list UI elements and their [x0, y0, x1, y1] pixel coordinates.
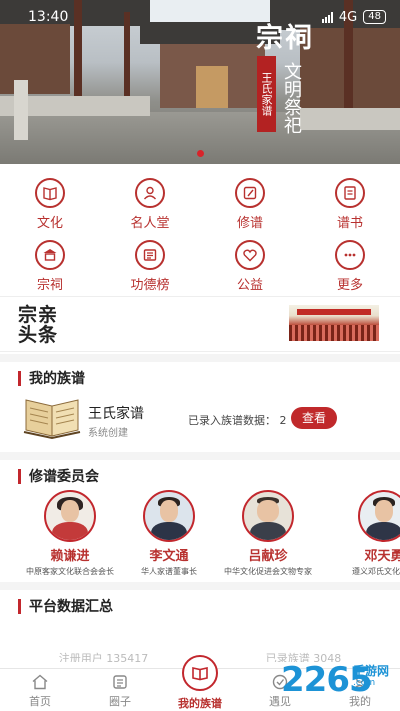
tab-label: 我的族谱	[178, 697, 222, 710]
committee-member[interactable]: 赖谦进 中原客家文化联合会会长	[20, 490, 120, 577]
banner-post	[14, 80, 28, 140]
feature-ancestral-hall[interactable]: 宗祠	[0, 234, 100, 296]
stat-registered-users: 注册用户 135417	[58, 652, 149, 662]
avatar	[44, 490, 96, 542]
status-bar: 13:40 4G 48	[0, 0, 400, 34]
avatar	[242, 490, 294, 542]
genealogy-book-icon	[23, 399, 81, 440]
feature-label: 谱书	[336, 216, 363, 231]
genealogy-subtitle: 系统创建	[88, 428, 128, 439]
feature-hall-of-fame[interactable]: 名人堂	[100, 172, 200, 234]
member-title: 遵义邓氏文化研究	[352, 567, 400, 576]
section-marker	[18, 370, 21, 386]
carousel-dots	[0, 150, 400, 157]
feature-label: 宗祠	[36, 278, 63, 293]
section-title-text: 平台数据汇总	[29, 599, 113, 615]
genealogy-count-value: 2	[279, 414, 287, 427]
signal-icon	[321, 11, 333, 23]
view-genealogy-button[interactable]: 查看	[291, 407, 337, 429]
watermark-domain: .com	[353, 678, 376, 688]
watermark-site-name: 手游网	[353, 664, 390, 678]
more-icon	[335, 240, 365, 270]
photo-banner	[297, 309, 371, 315]
feature-row: 宗祠 功德榜 公益 更多	[0, 234, 400, 296]
photo-crowd	[289, 325, 379, 341]
banner-wall-left	[0, 24, 70, 94]
book-icon	[35, 178, 65, 208]
member-title: 中华文化促进会文物专家	[224, 567, 312, 576]
committee-member[interactable]: 吕献珍 中华文化促进会文物专家	[218, 490, 318, 577]
hero-banner[interactable]: 13:40 4G 48 宗祠 王氏家谱 文明祭祀	[0, 0, 400, 164]
status-indicators: 4G 48	[321, 9, 386, 25]
network-type: 4G	[338, 9, 358, 25]
member-name: 李文通	[149, 549, 189, 564]
feature-more[interactable]: 更多	[300, 234, 400, 296]
battery-icon: 48	[363, 10, 386, 24]
circle-icon	[113, 675, 127, 689]
section-marker	[18, 468, 21, 484]
genealogy-name[interactable]: 王氏家谱	[88, 403, 144, 423]
headlines-logo-line2: 头条	[18, 324, 59, 346]
banner-door	[196, 66, 228, 108]
tab-label: 首页	[29, 695, 51, 708]
committee-member[interactable]: 邓天勇 遵义邓氏文化研究	[334, 490, 400, 577]
feature-grid: 文化 名人堂 修谱 谱书 宗祠 功德榜 公益 更多	[0, 172, 400, 296]
section-title-text: 我的族谱	[29, 371, 85, 387]
section-committee-title: 修谱委员会	[18, 466, 99, 486]
list-icon	[135, 240, 165, 270]
status-time: 13:40	[28, 9, 69, 25]
member-name: 赖谦进	[50, 549, 90, 564]
genealogy-count-label: 已录入族谱数据：	[188, 414, 276, 427]
avatar	[143, 490, 195, 542]
section-divider	[0, 452, 400, 460]
feature-label: 更多	[336, 278, 363, 293]
member-title: 华人家谱董事长	[141, 567, 197, 576]
tab-home[interactable]: 首页	[0, 669, 80, 711]
feature-charity[interactable]: 公益	[200, 234, 300, 296]
member-title: 中原客家文化联合会会长	[26, 567, 114, 576]
avatar	[358, 490, 400, 542]
tab-my-genealogy[interactable]: 我的族谱	[160, 655, 240, 711]
headlines-logo-line1: 宗亲	[18, 304, 59, 326]
document-icon	[335, 178, 365, 208]
feature-label: 功德榜	[130, 278, 170, 293]
feature-label: 公益	[236, 278, 263, 293]
clan-headlines[interactable]: 宗亲 头条	[0, 296, 400, 352]
member-name: 吕献珍	[248, 549, 288, 564]
heart-icon	[235, 240, 265, 270]
section-my-genealogy-title: 我的族谱	[18, 368, 85, 388]
tab-label: 圈子	[109, 695, 131, 708]
headlines-logo: 宗亲 头条	[18, 305, 58, 345]
section-divider	[0, 582, 400, 590]
committee-member[interactable]: 李文通 华人家谱董事长	[119, 490, 219, 577]
feature-compile-genealogy[interactable]: 修谱	[200, 172, 300, 234]
feature-genealogy-books[interactable]: 谱书	[300, 172, 400, 234]
member-name: 邓天勇	[364, 549, 400, 564]
carousel-dot-active[interactable]	[196, 150, 204, 157]
banner-vertical-tag: 王氏家谱	[257, 56, 276, 132]
feature-row: 文化 名人堂 修谱 谱书	[0, 172, 400, 234]
section-platform-stats-title: 平台数据汇总	[18, 596, 113, 616]
section-marker	[18, 598, 21, 614]
home-icon	[32, 674, 48, 690]
site-watermark: 2265 手游网 .com	[281, 660, 397, 708]
edit-icon	[235, 178, 265, 208]
genealogy-icon	[182, 655, 218, 691]
person-icon	[135, 178, 165, 208]
feature-culture[interactable]: 文化	[0, 172, 100, 234]
banner-vertical-text: 文明祭祀	[281, 62, 302, 134]
headline-photo[interactable]	[289, 305, 379, 341]
feature-label: 修谱	[236, 216, 263, 231]
feature-label: 名人堂	[130, 216, 170, 231]
feature-label: 文化	[36, 216, 63, 231]
committee-members: 赖谦进 中原客家文化联合会会长 李文通 华人家谱董事长 吕献珍 中华文化促进会文…	[0, 490, 400, 578]
tab-circle[interactable]: 圈子	[80, 669, 160, 711]
banner-caption: 宗祠 王氏家谱 文明祭祀	[256, 25, 374, 156]
temple-icon	[35, 240, 65, 270]
genealogy-count: 已录入族谱数据： 2	[188, 412, 287, 428]
feature-merit-list[interactable]: 功德榜	[100, 234, 200, 296]
section-title-text: 修谱委员会	[29, 469, 99, 485]
section-divider	[0, 354, 400, 362]
